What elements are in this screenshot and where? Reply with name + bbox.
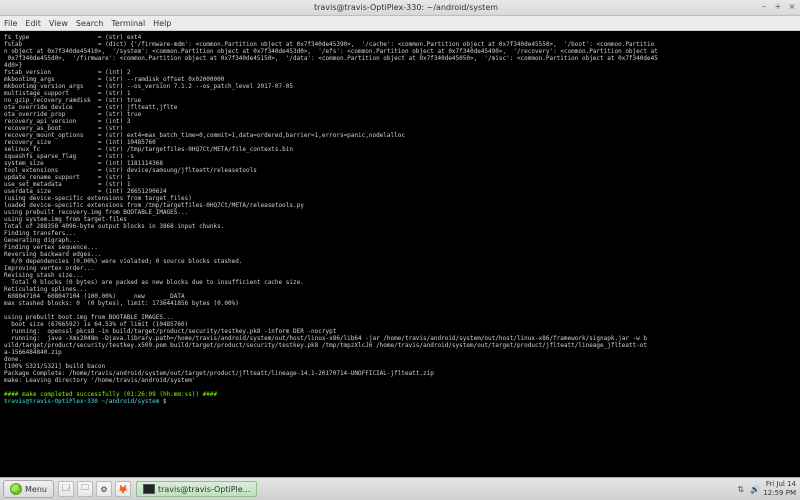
start-menu-button[interactable]: Menu [3, 480, 54, 498]
maximize-button[interactable]: + [773, 2, 783, 12]
menu-terminal[interactable]: Terminal [111, 19, 145, 28]
prompt-user: travis@travis-OptiPlex-330 [4, 398, 98, 405]
minimize-button[interactable]: – [759, 2, 769, 12]
prompt-symbol: $ [163, 398, 167, 405]
menu-file[interactable]: File [4, 19, 17, 28]
menu-edit[interactable]: Edit [25, 19, 41, 28]
close-button[interactable]: × [787, 2, 797, 12]
menu-view[interactable]: View [49, 19, 68, 28]
terminal-output: fs_type = (str) ext4 fstab = (dict) {'/f… [4, 34, 658, 384]
quicklaunch: 🗔 🗀 ⚙ 🦊 [58, 481, 131, 497]
window-title: travis@travis-OptiPlex-330: ~/android/sy… [16, 3, 796, 12]
network-icon[interactable]: ⇅ [737, 485, 745, 493]
system-tray: ⇅ 🔊 Fri Jul 14 12:59 PM [737, 480, 796, 498]
mint-logo-icon [10, 483, 22, 495]
task-button-label: travis@travis-OptiPle... [158, 485, 250, 494]
terminal-icon [143, 484, 155, 494]
terminal-viewport[interactable]: fs_type = (str) ext4 fstab = (dict) {'/f… [0, 31, 800, 478]
task-button-terminal[interactable]: travis@travis-OptiPle... [136, 481, 257, 497]
show-desktop-icon[interactable]: 🗔 [58, 481, 74, 497]
start-menu-label: Menu [25, 485, 47, 494]
clock[interactable]: Fri Jul 14 12:59 PM [763, 480, 796, 498]
firefox-icon[interactable]: 🦊 [115, 481, 131, 497]
volume-icon[interactable]: 🔊 [750, 485, 758, 493]
terminal-success-line: #### make completed successfully (01:26:… [4, 391, 217, 398]
menu-help[interactable]: Help [153, 19, 171, 28]
clock-time: 12:59 PM [763, 489, 796, 498]
taskbar: Menu 🗔 🗀 ⚙ 🦊 travis@travis-OptiPle... ⇅ … [0, 477, 800, 500]
clock-date: Fri Jul 14 [763, 480, 796, 489]
prompt-line: travis@travis-OptiPlex-330 ~/android/sys… [4, 398, 170, 405]
menu-search[interactable]: Search [76, 19, 103, 28]
settings-icon[interactable]: ⚙ [96, 481, 112, 497]
titlebar: travis@travis-OptiPlex-330: ~/android/sy… [0, 0, 800, 16]
menubar: File Edit View Search Terminal Help [0, 16, 800, 31]
terminal-window: travis@travis-OptiPlex-330: ~/android/sy… [0, 0, 800, 479]
files-icon[interactable]: 🗀 [77, 481, 93, 497]
prompt-path: ~/android/system [102, 398, 160, 405]
window-controls: – + × [759, 2, 797, 12]
